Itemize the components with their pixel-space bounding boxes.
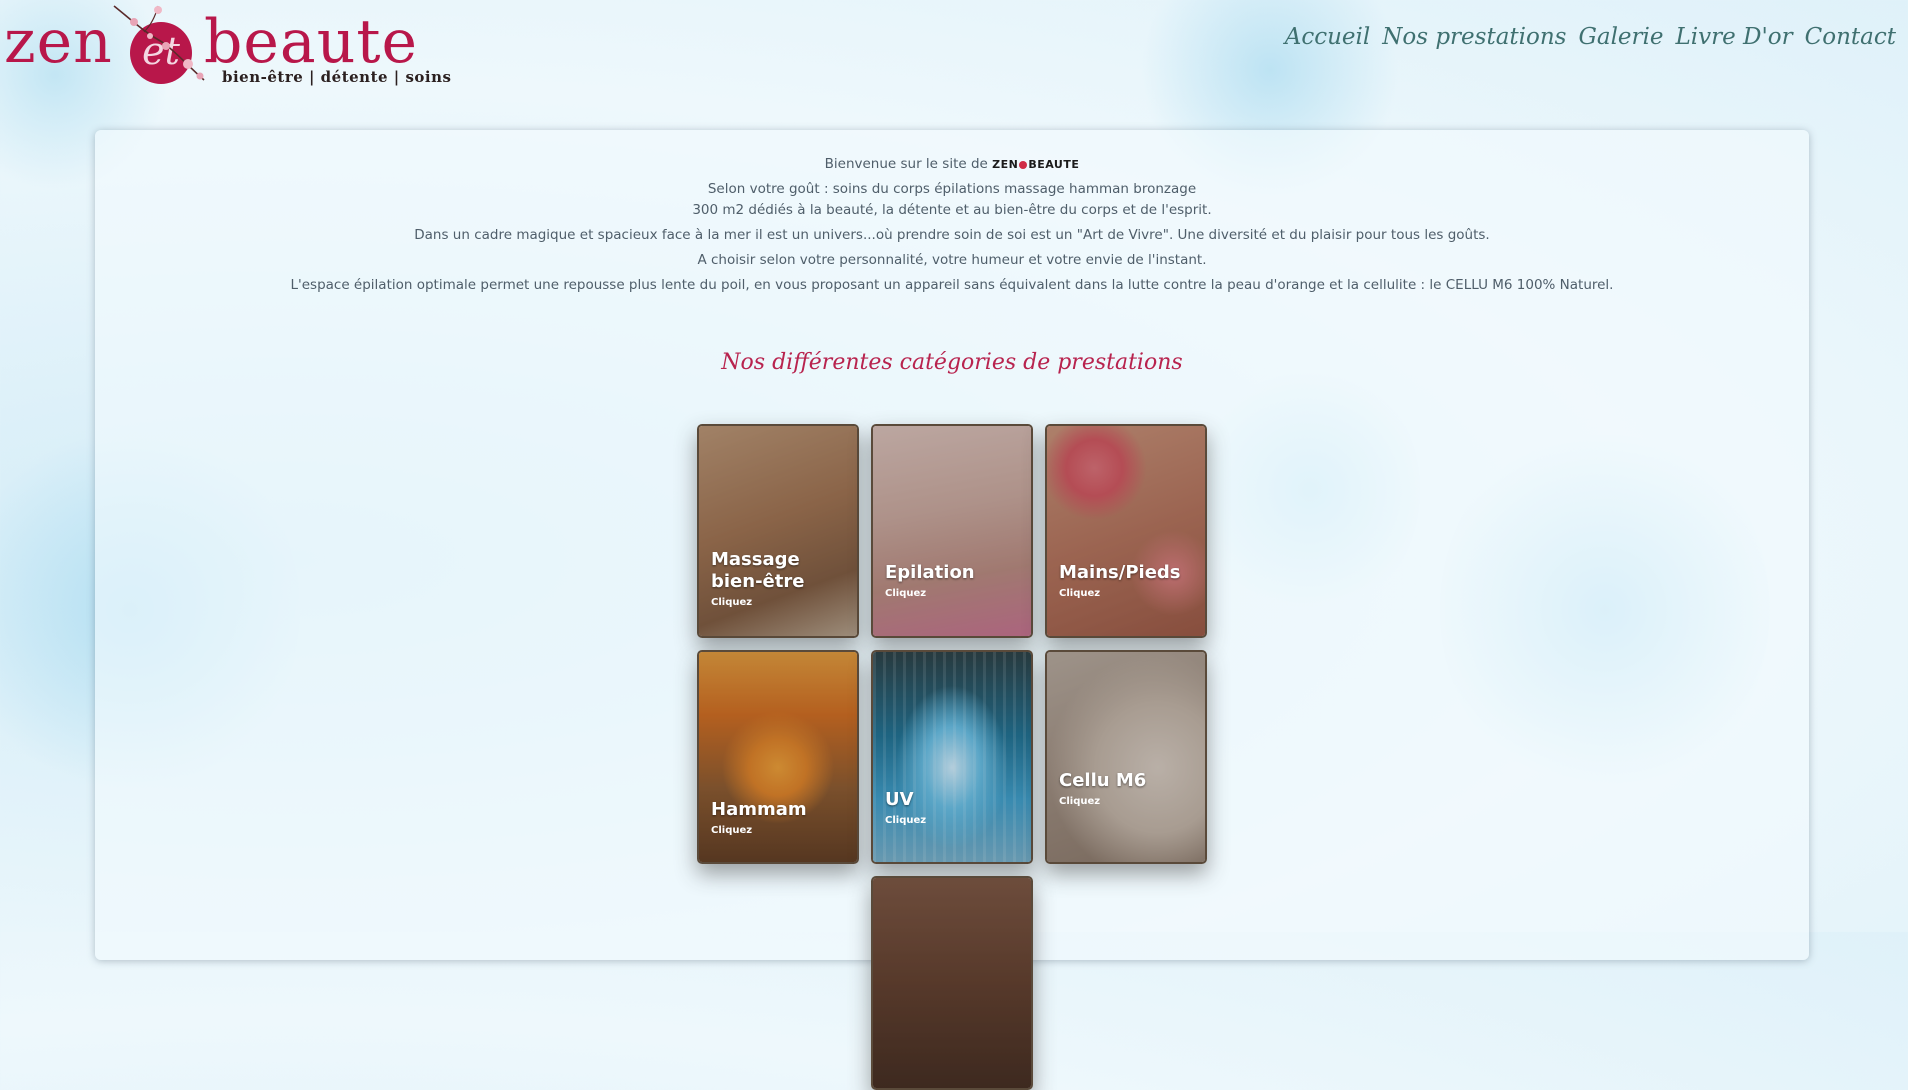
category-card-hammam[interactable]: Hammam Cliquez [697,650,859,864]
category-card-cellu-m6[interactable]: Cellu M6 Cliquez [1045,650,1207,864]
nav-item-accueil[interactable]: Accueil [1285,24,1371,50]
cherry-blossom-branch-icon [113,5,205,81]
category-card-products[interactable] [871,876,1033,1090]
welcome-text: Bienvenue sur le site de [824,156,988,172]
card-title: UV [885,789,914,810]
site-header: zen et beaute bien-être | détente | soin… [0,0,1908,100]
nav-item-prestations[interactable]: Nos prestations [1382,24,1566,50]
mini-logo-dot-icon [1019,161,1028,169]
nav-item-contact[interactable]: Contact [1805,24,1896,50]
mini-logo: ZEN BEAUTE [992,158,1079,171]
card-caption: Mains/Pieds Cliquez [1059,562,1197,599]
intro-line: Selon votre goût : soins du corps épilat… [707,181,1197,197]
card-caption: Massage bien-être Cliquez [711,549,849,608]
card-caption: Epilation Cliquez [885,562,1023,599]
card-overlay [873,878,1031,1088]
category-card-massage[interactable]: Massage bien-être Cliquez [697,424,859,638]
intro-line: L'espace épilation optimale permet une r… [290,277,1614,293]
card-title: Hammam [711,799,807,820]
card-overlay [873,652,1031,862]
card-title: Mains/Pieds [1059,562,1181,583]
mini-logo-right: BEAUTE [1028,158,1080,171]
card-title: Cellu M6 [1059,770,1147,791]
card-overlay [1047,426,1205,636]
section-title: Nos différentes catégories de prestation… [721,350,1183,375]
category-card-epilation[interactable]: Epilation Cliquez [871,424,1033,638]
card-title: Epilation [885,562,975,583]
content-panel: Bienvenue sur le site de ZEN BEAUTE Selon… [95,130,1809,1090]
intro-text: Bienvenue sur le site de ZEN BEAUTE Selon… [95,154,1809,296]
card-cta[interactable]: Cliquez [711,825,849,836]
mini-logo-left: ZEN [992,158,1019,171]
card-caption: UV Cliquez [885,789,1023,826]
card-cta[interactable]: Cliquez [1059,588,1197,599]
card-overlay [873,426,1031,636]
logo-text-zen: zen [4,7,113,77]
welcome-line: Bienvenue sur le site de ZEN BEAUTE [95,154,1809,175]
category-card-mains-pieds[interactable]: Mains/Pieds Cliquez [1045,424,1207,638]
card-cta[interactable]: Cliquez [885,815,1023,826]
category-card-uv[interactable]: UV Cliquez [871,650,1033,864]
site-logo[interactable]: zen et beaute bien-être | détente | soin… [4,2,451,88]
card-cta[interactable]: Cliquez [885,588,1023,599]
nav-item-livre-dor[interactable]: Livre D'or [1676,24,1793,50]
card-title: Massage bien-être [711,549,805,592]
card-cta[interactable]: Cliquez [711,597,849,608]
logo-tagline: bien-être | détente | soins [222,68,452,86]
card-overlay [1047,652,1205,862]
intro-line: A choisir selon votre personnalité, votr… [697,252,1207,268]
card-caption: Cellu M6 Cliquez [1059,770,1197,807]
intro-line: Dans un cadre magique et spacieux face à… [414,227,1490,243]
intro-line: 300 m2 dédiés à la beauté, la détente et… [692,202,1212,218]
card-caption: Hammam Cliquez [711,799,849,836]
card-cta[interactable]: Cliquez [1059,796,1197,807]
main-navigation: Accueil Nos prestations Galerie Livre D'… [1285,24,1896,50]
nav-item-galerie[interactable]: Galerie [1578,24,1663,50]
